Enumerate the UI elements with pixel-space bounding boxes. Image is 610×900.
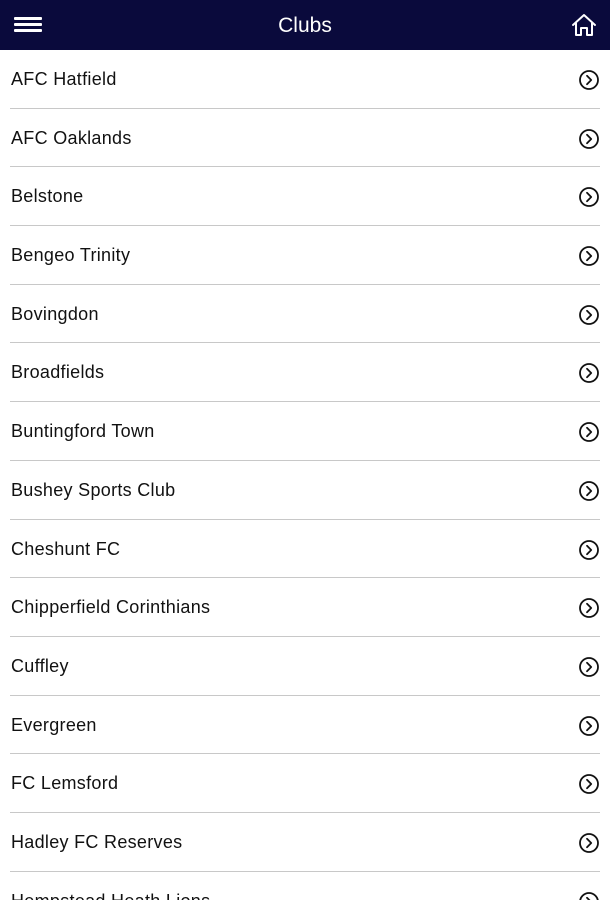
chevron-right-circle-icon [579,715,599,736]
club-name: Hempstead Heath Lions [11,872,210,900]
club-name: AFC Oaklands [11,127,132,148]
list-item[interactable]: Bengeo Trinity [0,226,610,285]
club-name: Chipperfield Corinthians [11,597,211,618]
chevron-right-circle-icon [579,539,599,560]
chevron-right-circle-icon [579,422,599,443]
menu-button[interactable] [10,10,46,40]
chevron-right-circle-icon [579,480,599,501]
list-item[interactable]: Belstone [0,167,610,226]
page-title: Clubs [278,14,332,37]
club-name: Bushey Sports Club [11,479,176,500]
chevron-right-circle-icon [579,246,599,266]
chevron-right-circle-icon [579,187,599,208]
list-item[interactable]: Cheshunt FC [0,520,610,579]
club-name: Broadfields [11,362,105,383]
list-item[interactable]: Buntingford Town [0,402,610,461]
club-name: Evergreen [11,714,97,735]
club-name: Hadley FC Reserves [11,831,183,852]
chevron-right-circle-icon [579,128,599,149]
club-name: Bengeo Trinity [11,245,131,266]
chevron-right-circle-icon [579,891,599,900]
list-item[interactable]: Bovingdon [0,285,610,344]
chevron-right-circle-icon [579,774,599,795]
hamburger-menu-icon [10,10,46,40]
list-item[interactable]: AFC Oaklands [0,109,610,168]
club-name: Buntingford Town [11,421,155,442]
list-item[interactable]: Hadley FC Reserves [0,813,610,872]
club-name: FC Lemsford [11,773,119,794]
club-name: Cuffley [11,655,69,676]
list-item[interactable]: FC Lemsford [0,754,610,813]
home-button[interactable] [568,10,600,40]
chevron-right-circle-icon [579,598,599,619]
club-name: Belstone [11,186,84,207]
club-name: AFC Hatfield [11,69,117,89]
chevron-right-circle-icon [579,363,599,384]
home-icon [572,14,596,36]
clubs-list: AFC Hatfield AFC Oaklands Belstone Benge… [0,50,610,900]
app-header: Clubs [0,0,610,50]
list-item[interactable]: Evergreen [0,696,610,755]
list-item[interactable]: Broadfields [0,343,610,402]
chevron-right-circle-icon [579,656,599,677]
club-name: Bovingdon [11,303,99,324]
list-item[interactable]: Chipperfield Corinthians [0,578,610,637]
list-item[interactable]: AFC Hatfield [0,50,610,109]
list-item[interactable]: Bushey Sports Club [0,461,610,520]
chevron-right-circle-icon [579,304,599,325]
chevron-right-circle-icon [579,70,599,90]
club-name: Cheshunt FC [11,538,121,559]
list-item[interactable]: Hempstead Heath Lions [0,872,610,900]
chevron-right-circle-icon [579,833,599,853]
list-item[interactable]: Cuffley [0,637,610,696]
